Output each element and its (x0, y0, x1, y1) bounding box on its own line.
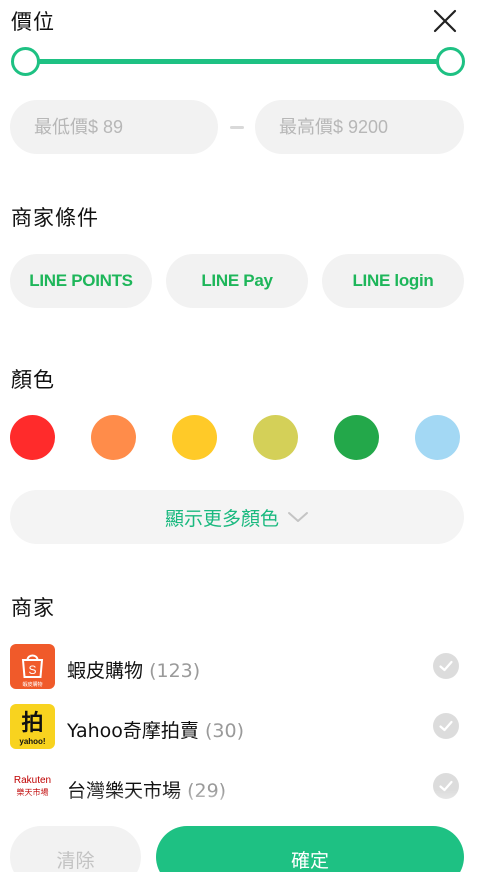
merchant-item-shopee[interactable]: S 蝦皮購物 蝦皮購物 (123) (10, 644, 460, 694)
shopee-logo-subtext: 蝦皮購物 (22, 681, 42, 688)
line-points-label: LINE POINTS (29, 271, 133, 290)
merchant-name: Yahoo奇摩拍賣 (30) (67, 716, 244, 743)
yahoo-logo-glyph: 拍 (21, 710, 43, 736)
color-swatch-red[interactable] (10, 415, 55, 460)
close-button[interactable] (432, 8, 458, 34)
merchant-checkbox[interactable] (433, 653, 459, 679)
merchant-name-text: 蝦皮購物 (67, 660, 144, 682)
color-swatch-orange[interactable] (91, 415, 136, 460)
show-more-colors-label: 顯示更多顏色 (164, 507, 279, 530)
line-pay-filter[interactable]: LINE Pay (166, 254, 308, 308)
line-pay-label: LINE Pay (201, 271, 273, 290)
merchants-section-title: 商家 (11, 596, 55, 620)
line-login-label: LINE login (352, 271, 434, 290)
merchant-count: (30) (204, 720, 244, 742)
confirm-button[interactable]: 確定 (156, 826, 464, 872)
line-login-filter[interactable]: LINE login (322, 254, 464, 308)
close-icon (433, 9, 457, 33)
price-range-dash (230, 126, 244, 129)
min-price-input[interactable] (10, 100, 218, 154)
yahoo-logo-subtext: yahoo! (19, 737, 45, 746)
color-swatch-light-blue[interactable] (415, 415, 460, 460)
clear-button-label: 清除 (56, 850, 95, 872)
yahoo-auction-logo: 拍 yahoo! (10, 704, 55, 749)
conditions-section-title: 商家條件 (11, 206, 99, 230)
merchant-name-text: Yahoo奇摩拍賣 (67, 720, 199, 742)
price-range-track[interactable] (25, 59, 450, 64)
merchant-item-yahoo[interactable]: 拍 yahoo! Yahoo奇摩拍賣 (30) (10, 704, 460, 754)
max-price-input[interactable] (255, 100, 464, 154)
color-swatch-yellow[interactable] (172, 415, 217, 460)
check-icon (439, 660, 453, 672)
chevron-down-icon (288, 512, 308, 522)
confirm-button-label: 確定 (290, 850, 329, 872)
color-swatch-green[interactable] (334, 415, 379, 460)
check-icon (439, 720, 453, 732)
merchant-checkbox[interactable] (433, 713, 459, 739)
price-max-handle[interactable] (436, 47, 465, 76)
merchant-name: 蝦皮購物 (123) (67, 656, 200, 683)
shopee-logo-letter: S (28, 663, 36, 677)
rakuten-logo-text: Rakuten (14, 775, 51, 786)
color-swatch-olive-yellow[interactable] (253, 415, 298, 460)
price-section-title: 價位 (11, 10, 55, 34)
line-points-filter[interactable]: LINE POINTS (10, 254, 152, 308)
merchant-count: (123) (149, 660, 201, 682)
colors-section-title: 顏色 (11, 368, 55, 392)
clear-button[interactable]: 清除 (10, 826, 141, 872)
shopee-logo: S 蝦皮購物 (10, 644, 55, 689)
show-more-colors-button[interactable]: 顯示更多顏色 (10, 490, 464, 544)
price-min-handle[interactable] (11, 47, 40, 76)
